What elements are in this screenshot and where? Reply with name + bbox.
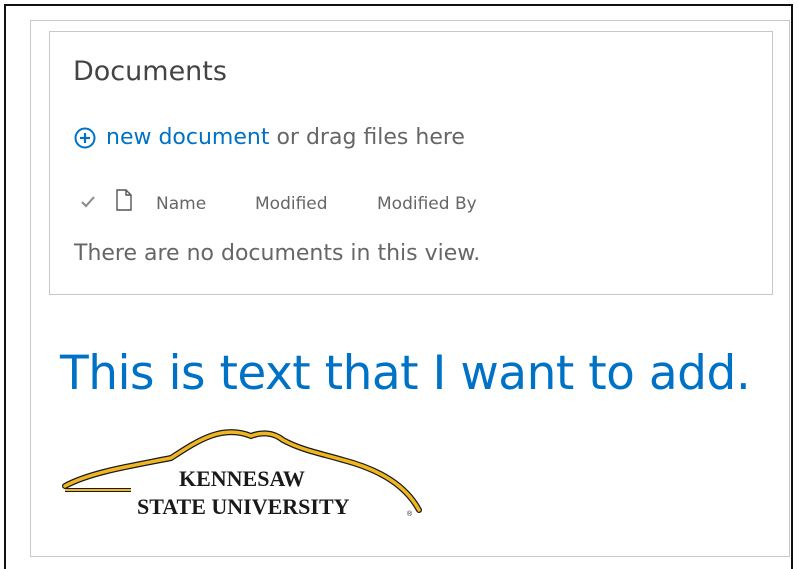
column-header-modified-by[interactable]: Modified By — [377, 194, 477, 214]
new-document-link[interactable]: new document — [106, 125, 269, 150]
content-panel: Documents new document or drag files her… — [30, 20, 790, 557]
column-header-name[interactable]: Name — [156, 194, 206, 214]
logo-line1: KENNESAW — [179, 466, 305, 491]
checkmark-icon[interactable] — [80, 194, 96, 210]
documents-webpart: Documents new document or drag files her… — [49, 31, 773, 295]
plus-circle-icon[interactable] — [74, 127, 96, 149]
svg-text:®: ® — [407, 510, 413, 518]
drag-files-hint: or drag files here — [269, 125, 465, 150]
webpart-title[interactable]: Documents — [73, 56, 227, 87]
list-header-row: Name Modified Modified By — [80, 189, 740, 216]
logo-line2: STATE UNIVERSITY — [137, 494, 350, 519]
new-document-row: new document or drag files here — [74, 125, 465, 150]
kennesaw-state-logo: KENNESAW STATE UNIVERSITY ® — [62, 429, 422, 519]
column-header-modified[interactable]: Modified — [255, 194, 328, 214]
document-icon — [116, 189, 132, 211]
body-text: This is text that I want to add. — [60, 346, 751, 401]
empty-view-message: There are no documents in this view. — [74, 241, 481, 266]
page-frame: Documents new document or drag files her… — [4, 4, 793, 569]
